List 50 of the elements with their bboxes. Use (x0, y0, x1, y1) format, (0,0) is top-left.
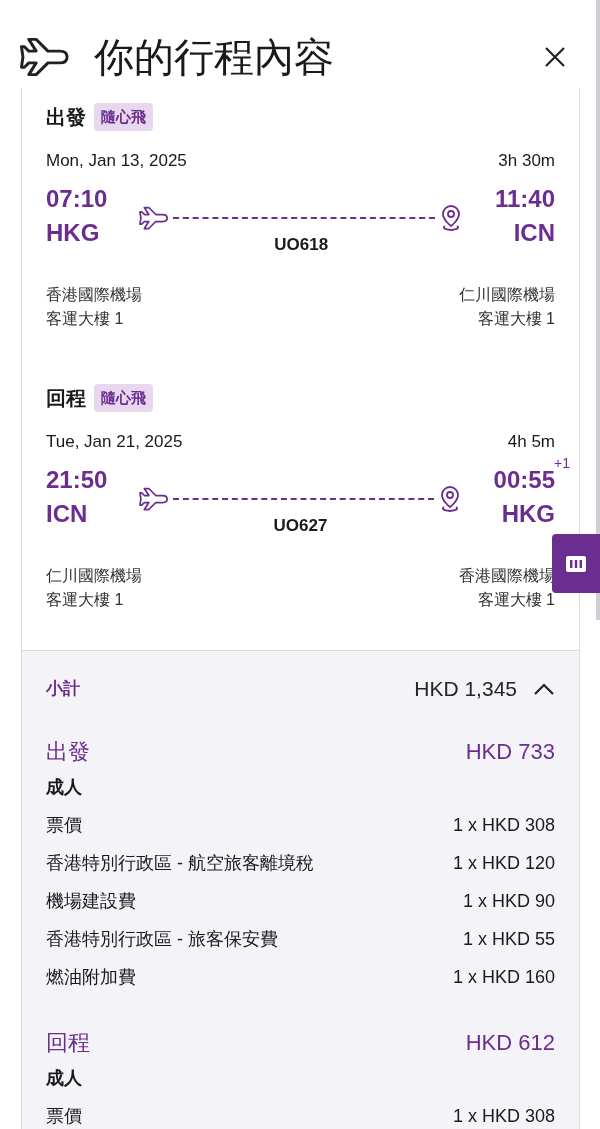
fee-price: 1 x HKD 160 (452, 965, 555, 989)
airport-name: 香港國際機場 (46, 285, 142, 305)
flight-date: Tue, Jan 21, 2025 (46, 431, 183, 453)
arrival-time: 11:40 (494, 184, 555, 212)
price-group-amount: HKD 612 (465, 1028, 555, 1057)
fee-name: 票價 (46, 1104, 82, 1128)
airport-name: 仁川國際機場 (459, 285, 555, 305)
flight-number: UO627 (273, 514, 328, 537)
airport-name: 仁川國際機場 (46, 566, 142, 586)
terminal-name: 客運大樓 1 (46, 590, 125, 610)
passenger-type: 成人 (46, 776, 82, 797)
flight-date: Mon, Jan 13, 2025 (46, 150, 187, 172)
segment-label: 回程 (46, 386, 86, 411)
fee-name: 機場建設費 (46, 889, 136, 913)
departure-airport-code: ICN (46, 498, 89, 529)
scrollbar[interactable] (596, 0, 600, 620)
fee-name: 香港特別行政區 - 旅客保安費 (46, 927, 278, 951)
flight-duration: 4h 5m (507, 431, 555, 453)
fare-tag: 隨心飛 (94, 383, 153, 413)
price-group-label: 出發 (46, 737, 90, 766)
terminal-name: 客運大樓 1 (477, 309, 555, 329)
panel-title: 你的行程內容 (94, 37, 334, 77)
fee-price: 1 x HKD 90 (462, 889, 555, 913)
price-group-amount: HKD 733 (465, 737, 555, 766)
fee-price: 1 x HKD 308 (452, 1104, 555, 1128)
departure-airport-code: HKG (46, 217, 101, 248)
fee-name: 香港特別行政區 - 航空旅客離境稅 (46, 851, 314, 875)
terminal-name: 客運大樓 1 (477, 590, 555, 610)
arrival-airport-code: ICN (513, 217, 555, 248)
fee-price: 1 x HKD 308 (452, 813, 555, 837)
columns-icon (566, 555, 586, 572)
fee-name: 票價 (46, 813, 82, 837)
subtotal-label: 小計 (46, 678, 80, 700)
arrival-time: 00:55 (493, 465, 555, 493)
departure-time: 21:50 (46, 464, 108, 495)
terminal-name: 客運大樓 1 (46, 309, 125, 329)
fee-price: 1 x HKD 55 (462, 927, 555, 951)
fee-name: 燃油附加費 (46, 965, 136, 989)
segment-label: 出發 (46, 105, 86, 130)
fare-tag: 隨心飛 (94, 102, 153, 132)
passenger-type: 成人 (46, 1067, 82, 1088)
side-tab-button[interactable] (552, 534, 600, 593)
flight-number: UO618 (274, 233, 329, 256)
arrival-airport-code: HKG (501, 498, 555, 529)
fee-price: 1 x HKD 120 (452, 851, 555, 875)
flight-duration: 3h 30m (498, 150, 555, 172)
day-offset: +1 (554, 453, 570, 471)
subtotal-toggle[interactable]: HKD 1,345 (414, 673, 555, 705)
departure-time: 07:10 (46, 183, 108, 214)
price-group-label: 回程 (46, 1028, 90, 1057)
